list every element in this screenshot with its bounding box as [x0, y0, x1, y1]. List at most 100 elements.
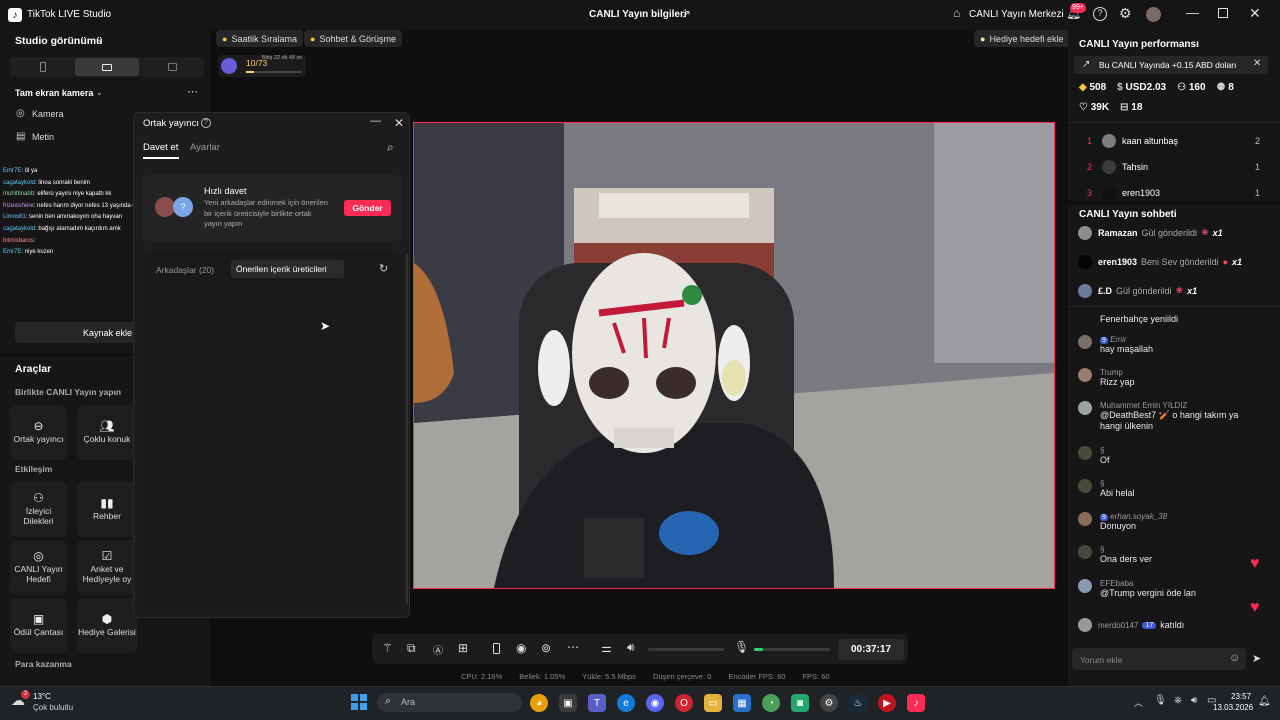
send-invite-button[interactable]: Gönder [344, 200, 391, 216]
scene-chevron-icon[interactable]: ⌄ [96, 88, 103, 97]
settings-gear-icon[interactable]: ⚙ [1119, 5, 1132, 22]
file-explorer-icon[interactable]: ▭ [704, 694, 722, 712]
magic-wand-icon[interactable]: ⚚ [382, 641, 393, 655]
reward-bag-tool-button[interactable]: ▣ Ödül Çantası [10, 598, 67, 653]
poll-tool-button[interactable]: ☑ Anket ve Hediyeyle oy [77, 540, 137, 595]
tiktok-live-studio-taskbar-icon[interactable]: ♪ [907, 694, 925, 712]
guide-tool-button[interactable]: ▮▮ Rehber [77, 482, 137, 537]
audio-settings-icon[interactable]: ⚌ [601, 641, 612, 655]
search-icon[interactable]: ⌕ [387, 140, 394, 155]
speaker-icon[interactable]: 🔊︎ [627, 640, 635, 655]
taskbar-search[interactable] [377, 693, 522, 712]
ai-icon[interactable]: Ⓐ [433, 642, 443, 657]
share-icon[interactable]: ↗ [681, 7, 691, 21]
phone-icon[interactable] [493, 643, 500, 654]
tool-label: Rehber [93, 511, 121, 521]
chrome-icon[interactable]: ◕ [530, 694, 548, 712]
gift-gallery-tool-button[interactable]: ⬢ Hediye Galerisi [77, 598, 137, 653]
scene-name[interactable]: Tam ekran kamera [15, 88, 93, 98]
tray-network-icon[interactable]: ⎈ [1174, 695, 1182, 706]
flame-icon: ● [222, 33, 228, 44]
task-view-icon[interactable]: ▣ [559, 694, 577, 712]
source-text[interactable]: Metin [32, 132, 54, 142]
studio-view-label[interactable]: Studio görünümü [15, 35, 102, 47]
maximize-icon[interactable] [1218, 8, 1228, 18]
stat-fps: FPS: 60 [802, 672, 830, 681]
more-icon[interactable]: ⋯ [567, 640, 579, 654]
source-camera[interactable]: Kamera [32, 109, 64, 119]
profile-avatar[interactable] [1146, 7, 1161, 22]
tab-invite[interactable]: Davet et [143, 142, 178, 153]
clock-time[interactable]: 23:57 [1231, 692, 1251, 701]
video-preview[interactable] [414, 123, 1054, 588]
cohost-tool-button[interactable]: ⊖ Ortak yayıncı [10, 405, 67, 460]
level-badge: 9 [1100, 514, 1108, 521]
chrome-alt-icon[interactable]: ◔ [762, 694, 780, 712]
dialog-close-icon[interactable]: ✕ [394, 116, 404, 130]
ranking-row[interactable]: 1 kaan altunbaş 2 [1074, 128, 1268, 154]
store-icon[interactable]: ▦ [733, 694, 751, 712]
gifts-stat: ⊟ 18 [1120, 102, 1143, 113]
friends-tab[interactable]: Arkadaşlar (20) [156, 265, 214, 275]
together-title: Birlikte CANLI Yayın yapın [15, 387, 122, 397]
live-center-link[interactable]: CANLI Yayın Merkezi [969, 9, 1064, 20]
scrollbar[interactable] [406, 254, 408, 604]
whatsapp-icon[interactable]: ◙ [791, 694, 809, 712]
close-window-icon[interactable]: ✕ [1249, 5, 1261, 22]
banner-close-icon[interactable]: ✕ [1253, 58, 1261, 69]
hourly-ranking-chip[interactable]: ● Saatlik Sıralama [216, 30, 303, 47]
avatar [1078, 545, 1092, 559]
tool-label: Anket ve Hediyeyle oy [82, 564, 132, 584]
windows-start-icon[interactable] [351, 694, 367, 710]
teams-icon[interactable]: T [588, 694, 606, 712]
heart-reaction-icon: ♥ [1250, 555, 1260, 572]
users-stat: ⚉ 8 [1216, 82, 1234, 93]
edge-icon[interactable]: e [617, 694, 635, 712]
clock-date[interactable]: 13.03.2026 [1213, 703, 1253, 712]
chevron-down-icon[interactable]: ⌄ [96, 34, 104, 45]
tray-volume-icon[interactable]: 🔊︎ [1191, 695, 1197, 706]
dual-layout-button[interactable] [141, 59, 203, 75]
notification-center-icon[interactable]: 🔔︎ [1258, 696, 1271, 707]
emoji-icon[interactable]: ☺ [1229, 652, 1240, 664]
portrait-button[interactable] [12, 59, 74, 75]
live-info-title[interactable]: CANLI Yayın bilgileri [589, 9, 687, 20]
send-comment-icon[interactable]: ➤ [1252, 652, 1261, 665]
suggested-creators-tab[interactable]: Önerilen içerik üreticileri [231, 260, 344, 278]
media-player-icon[interactable]: ▶ [878, 694, 896, 712]
chat-meet-chip[interactable]: ● Sohbet & Görüşme [304, 30, 402, 47]
microphone-icon[interactable]: 🎙︎ [734, 640, 749, 654]
steam-icon[interactable]: ♨ [849, 694, 867, 712]
tool-label: Çoklu konuk [83, 434, 131, 444]
ranking-row[interactable]: 2 Tahsin 1 [1074, 154, 1268, 180]
avatar [1078, 254, 1092, 269]
discord-icon[interactable]: ◉ [646, 694, 664, 712]
speaker-volume-slider[interactable] [648, 648, 724, 651]
opera-icon[interactable]: O [675, 694, 693, 712]
gift-message: eren1903 Beni Sev gönderildi ● x1 [1078, 253, 1268, 270]
chat-message: Muhammet Emin YILDIZ @DeathBest7 🏏 o hang… [1078, 401, 1268, 432]
multi-guest-tool-button[interactable]: 👥︎ Çoklu konuk [77, 405, 137, 460]
tab-settings[interactable]: Ayarlar [190, 142, 220, 153]
refresh-icon[interactable]: ↻ [379, 262, 388, 275]
screenshot-icon[interactable]: ⊚ [541, 641, 551, 655]
help-icon[interactable]: ? [1093, 7, 1107, 21]
interaction-title: Etkileşim [15, 464, 53, 474]
viewer-wishes-tool-button[interactable]: ⚇ İzleyici Dilekleri [10, 482, 67, 537]
add-gift-goal-chip[interactable]: ● Hediye hedefi ekle [974, 30, 1070, 47]
more-options-icon[interactable]: ⋯ [187, 85, 198, 98]
landscape-button[interactable] [75, 58, 139, 76]
settings-app-icon[interactable]: ⚙ [820, 694, 838, 712]
effects-icon[interactable]: ⧉ [407, 641, 416, 656]
live-goal-tool-button[interactable]: ◎ CANLI Yayın Hedefi [10, 540, 67, 595]
heart-reaction-icon: ♥ [1250, 599, 1260, 616]
minimize-icon[interactable]: — [1186, 5, 1199, 20]
title-bar: ♪ TikTok LIVE Studio CANLI Yayın bilgile… [0, 0, 1280, 30]
info-icon[interactable]: ? [201, 118, 211, 128]
tray-chevron-icon[interactable]: ︿ [1134, 696, 1143, 709]
tray-mic-icon[interactable]: 🎙︎ [1154, 695, 1167, 706]
layout-icon[interactable]: ⊞ [458, 641, 468, 655]
dialog-minimize-icon[interactable]: — [370, 115, 381, 127]
mic-volume-slider[interactable] [754, 648, 830, 651]
record-icon[interactable]: ◉ [516, 641, 526, 655]
